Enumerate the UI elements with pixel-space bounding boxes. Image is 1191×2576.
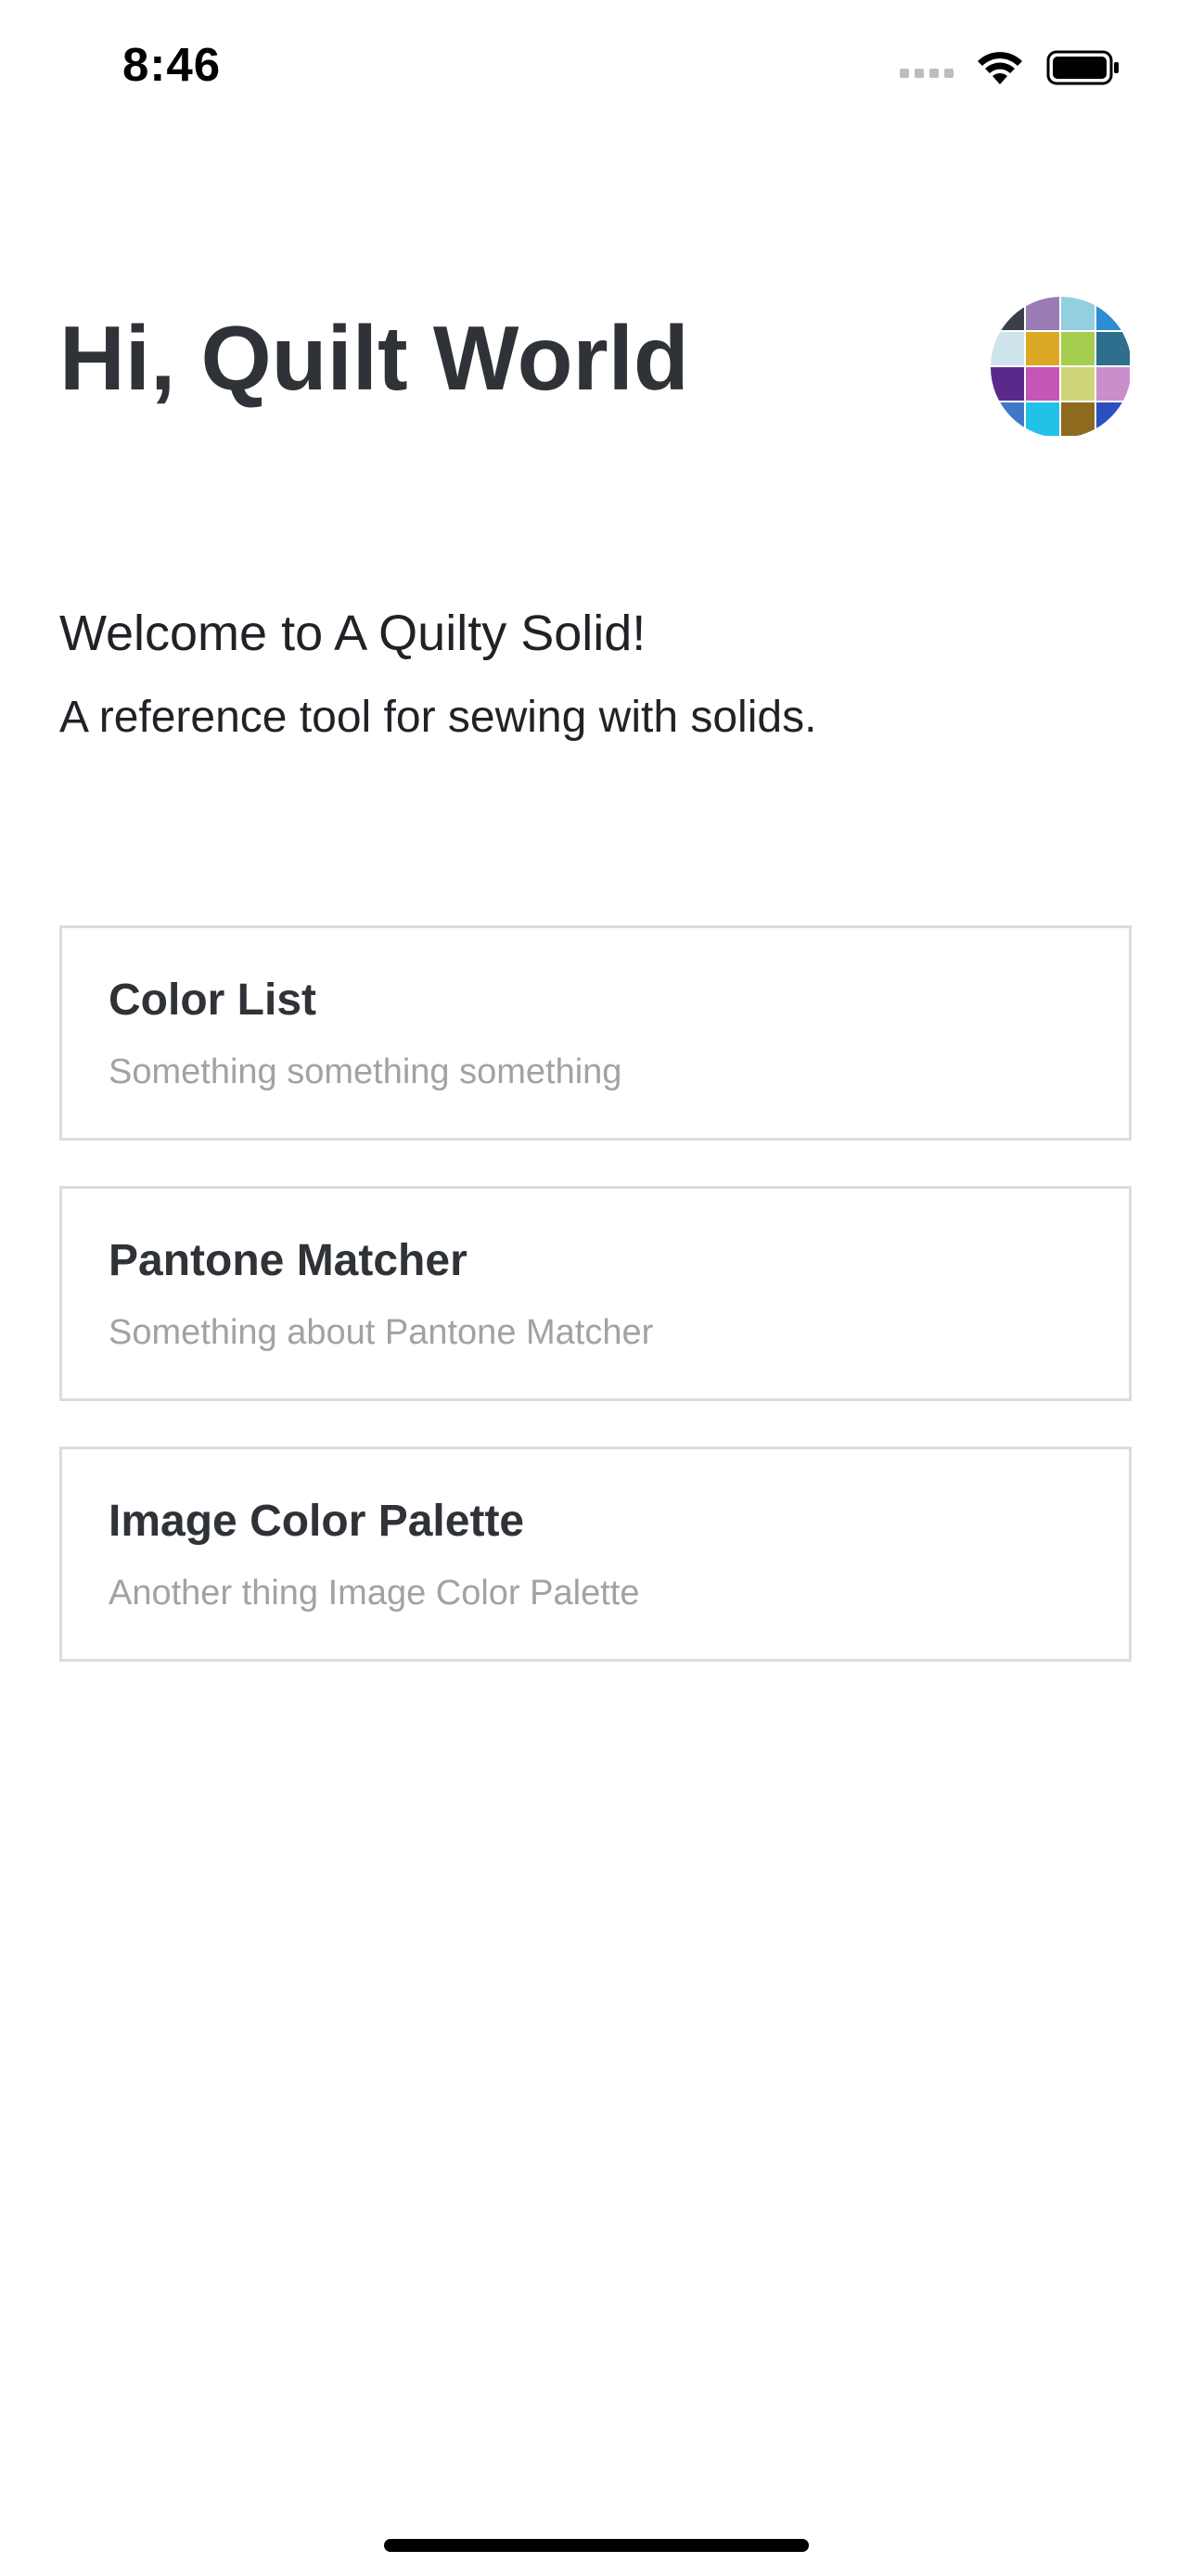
avatar-swatch [1026, 367, 1059, 401]
card-pantone-matcher[interactable]: Pantone Matcher Something about Pantone … [59, 1186, 1132, 1401]
avatar-swatch [1096, 402, 1130, 436]
card-subtitle: Something about Pantone Matcher [109, 1313, 654, 1352]
avatar-swatch [991, 402, 1024, 436]
avatar-swatch [1061, 367, 1095, 401]
card-color-list[interactable]: Color List Something something something [59, 925, 1132, 1141]
card-subtitle: Something something something [109, 1052, 622, 1091]
status-time: 8:46 [122, 38, 222, 91]
color-grid-avatar-icon [991, 297, 1130, 436]
avatar-swatch [1026, 297, 1059, 330]
home-indicator[interactable] [384, 2539, 809, 2552]
avatar-swatch [1061, 332, 1095, 365]
page-title: Hi, Quilt World [59, 307, 689, 409]
avatar-swatch [991, 332, 1024, 365]
card-subtitle: Another thing Image Color Palette [109, 1574, 640, 1613]
battery-icon [1046, 50, 1119, 85]
avatar-swatch [1061, 402, 1095, 436]
home-screen: 8:46 Hi, Quilt World Welcome to A Quilty… [0, 0, 1191, 2576]
avatar-swatch [1061, 297, 1095, 330]
card-image-color-palette[interactable]: Image Color Palette Another thing Image … [59, 1447, 1132, 1662]
tagline-text: A reference tool for sewing with solids. [59, 693, 817, 742]
card-title: Pantone Matcher [109, 1236, 467, 1285]
wifi-icon [978, 52, 1022, 84]
avatar-swatch [1026, 332, 1059, 365]
avatar-swatch [991, 297, 1024, 330]
status-icons [900, 45, 1121, 91]
avatar-swatch [1096, 367, 1130, 401]
card-title: Image Color Palette [109, 1497, 525, 1546]
welcome-text: Welcome to A Quilty Solid! [59, 606, 647, 661]
avatar-swatch [1096, 297, 1130, 330]
cellular-signal-icon [900, 57, 954, 78]
avatar-swatch [1096, 332, 1130, 365]
avatar[interactable] [991, 297, 1132, 438]
avatar-swatch [1026, 402, 1059, 436]
avatar-swatch [991, 367, 1024, 401]
card-title: Color List [109, 976, 316, 1025]
